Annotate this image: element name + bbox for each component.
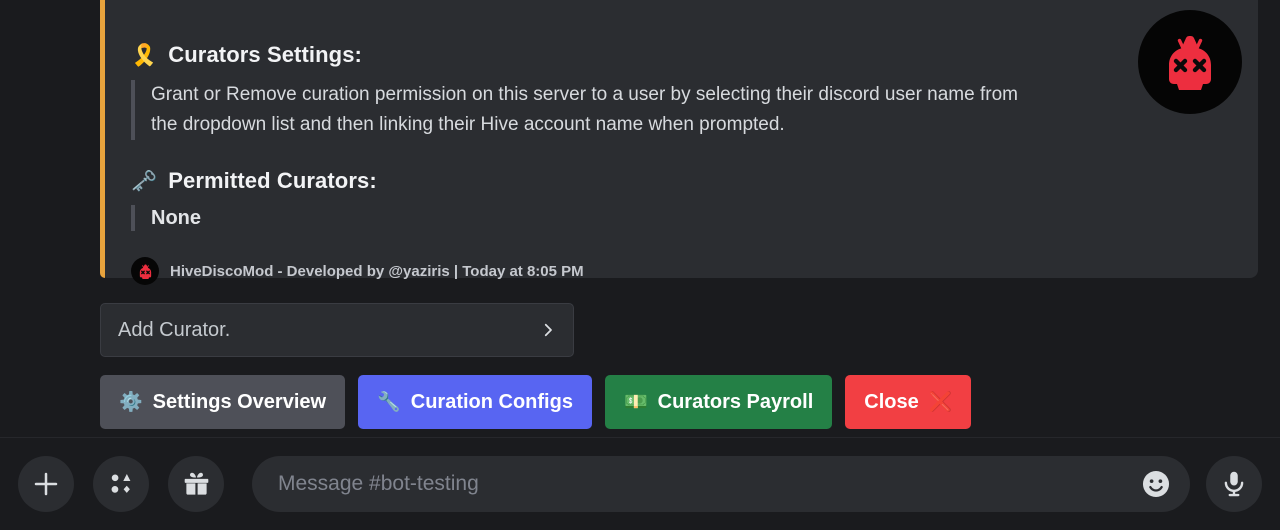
- select-placeholder: Add Curator.: [118, 318, 231, 341]
- emoji-smiley-icon: [1142, 470, 1170, 498]
- curators-payroll-button[interactable]: 💵 Curators Payroll: [604, 375, 833, 429]
- close-button[interactable]: Close ❌: [845, 375, 972, 429]
- embed-field-title-curators-settings: 🎗️ Curators Settings:: [131, 42, 1238, 68]
- field-title-text: Curators Settings:: [168, 42, 362, 67]
- bot-avatar-icon: [139, 264, 151, 279]
- button-label: Close: [864, 390, 919, 413]
- embed-footer: HiveDiscoMod - Developed by @yaziris | T…: [131, 257, 1238, 285]
- select-menu-row: Add Curator.: [100, 303, 574, 357]
- message-input-box[interactable]: Message #bot-testing: [252, 456, 1190, 512]
- sticker-picker-button[interactable]: [93, 456, 149, 512]
- message-composer: Message #bot-testing: [0, 438, 1280, 530]
- plus-icon: [34, 472, 58, 496]
- embed-field-title-permitted-curators: 🗝️ Permitted Curators:: [131, 168, 1238, 194]
- ribbon-icon: 🎗️: [131, 43, 158, 67]
- sticker-icon: [111, 474, 131, 493]
- button-label: Curators Payroll: [657, 390, 814, 413]
- button-label: Settings Overview: [152, 390, 327, 413]
- chat-message-area: 🎗️ Curators Settings: Grant or Remove cu…: [0, 0, 1280, 437]
- footer-avatar: [131, 257, 159, 285]
- embed-field-description: Grant or Remove curation permission on t…: [131, 80, 1036, 140]
- cross-mark-icon: ❌: [928, 391, 953, 413]
- chevron-right-icon: [544, 323, 552, 337]
- embed-footer-text: HiveDiscoMod - Developed by @yaziris | T…: [170, 262, 584, 280]
- wrench-icon: 🔧: [377, 391, 401, 413]
- gift-icon: [184, 472, 208, 495]
- embed-body: 🎗️ Curators Settings: Grant or Remove cu…: [105, 0, 1258, 285]
- gear-icon: ⚙️: [119, 391, 143, 413]
- permitted-curators-value: None: [131, 205, 1036, 231]
- microphone-icon: [1224, 471, 1244, 497]
- add-curator-select[interactable]: Add Curator.: [100, 303, 574, 357]
- voice-message-button[interactable]: [1206, 456, 1262, 512]
- emoji-picker-button[interactable]: [1136, 464, 1176, 504]
- curation-configs-button[interactable]: 🔧 Curation Configs: [358, 375, 592, 429]
- bot-avatar-icon: [1169, 36, 1211, 90]
- field-title-text: Permitted Curators:: [168, 168, 377, 193]
- attach-file-button[interactable]: [18, 456, 74, 512]
- embed-thumbnail: [1138, 10, 1242, 114]
- banknote-icon: 💵: [623, 391, 648, 413]
- message-input-placeholder: Message #bot-testing: [278, 472, 479, 495]
- key-icon: 🗝️: [131, 169, 158, 193]
- gift-button[interactable]: [168, 456, 224, 512]
- bot-embed: 🎗️ Curators Settings: Grant or Remove cu…: [100, 0, 1258, 285]
- settings-overview-button[interactable]: ⚙️ Settings Overview: [100, 375, 346, 429]
- component-button-row: ⚙️ Settings Overview 🔧 Curation Configs …: [100, 375, 972, 429]
- button-label: Curation Configs: [410, 390, 573, 413]
- discord-chat-window: 🎗️ Curators Settings: Grant or Remove cu…: [0, 0, 1280, 530]
